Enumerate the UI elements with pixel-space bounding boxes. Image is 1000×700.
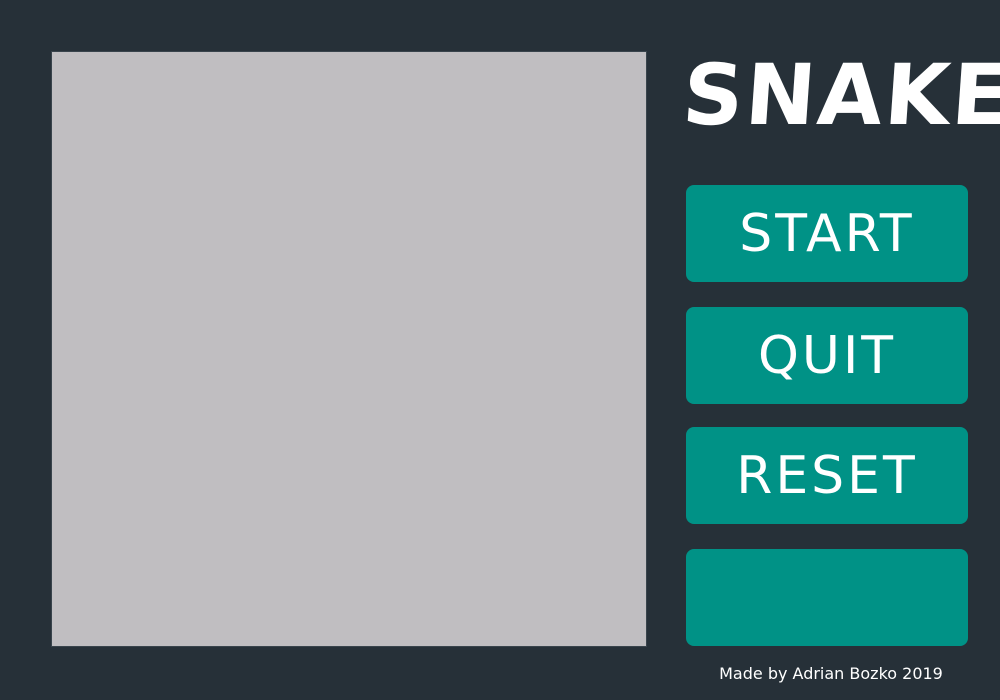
start-button[interactable]: START bbox=[686, 185, 968, 282]
blank-button[interactable] bbox=[686, 549, 968, 646]
game-title: SNAKE bbox=[679, 46, 1000, 144]
reset-button[interactable]: RESET bbox=[686, 427, 968, 524]
quit-button[interactable]: QUIT bbox=[686, 307, 968, 404]
game-board[interactable] bbox=[51, 51, 647, 647]
credit-text: Made by Adrian Bozko 2019 bbox=[719, 664, 943, 683]
game-screen: SNAKE START QUIT RESET Made by Adrian Bo… bbox=[0, 0, 1000, 700]
